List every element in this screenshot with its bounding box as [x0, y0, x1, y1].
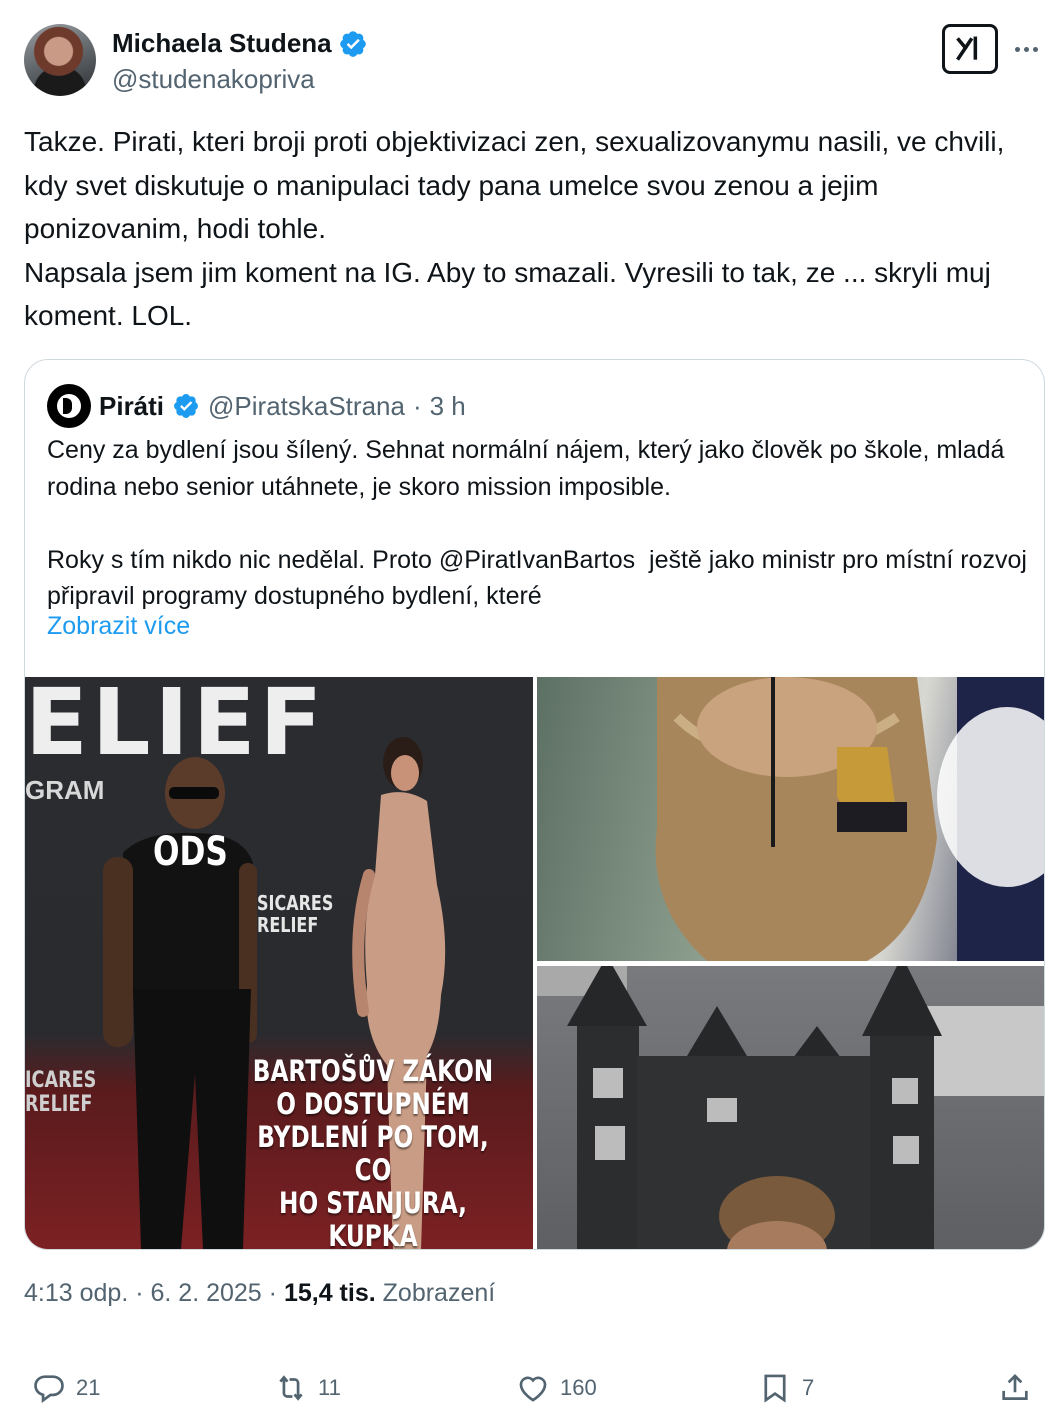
- like-count: 160: [560, 1375, 597, 1400]
- bookmark-icon: [764, 1374, 786, 1403]
- quoted-tweet-time[interactable]: 3 h: [430, 391, 466, 422]
- more-dot: [1023, 46, 1029, 52]
- repost-count: 11: [318, 1375, 341, 1400]
- grok-icon: [956, 36, 978, 61]
- tweet-header: Michaela Studena @studenakopriva: [24, 24, 1040, 98]
- show-more-link[interactable]: Zobrazit více: [47, 612, 190, 641]
- backdrop-small-text: GRAM: [25, 775, 105, 805]
- backdrop-sponsor-1: SICARES RELIEF: [257, 891, 334, 937]
- grok-button[interactable]: [942, 24, 998, 74]
- more-options-button[interactable]: [1012, 34, 1040, 64]
- author-name[interactable]: Michaela Studena: [112, 28, 332, 59]
- author-handle[interactable]: @studenakopriva: [112, 64, 315, 95]
- award-photo: [655, 677, 1044, 961]
- media-grid: ELIEF GRAM SICARES RELIEF ICARES RELIEF …: [25, 677, 1044, 1250]
- like-button[interactable]: 160: [516, 1366, 597, 1410]
- quoted-author-avatar[interactable]: [47, 384, 91, 428]
- tweet-text: Takze. Pirati, kteri broji proti objekti…: [24, 126, 1005, 331]
- share-button[interactable]: [998, 1366, 1032, 1410]
- media-image-top-right[interactable]: [537, 677, 1044, 961]
- quoted-author-name[interactable]: Piráti: [99, 391, 164, 422]
- repost-button[interactable]: 11: [274, 1366, 341, 1410]
- bookmark-button[interactable]: 7: [758, 1366, 814, 1410]
- author-name-row: Michaela Studena: [112, 28, 368, 59]
- action-bar: 21 11 160 7: [24, 1366, 1040, 1410]
- more-dots-icon: [1014, 46, 1020, 52]
- reply-count: 21: [76, 1375, 101, 1400]
- shirt-text: ODS: [153, 829, 228, 875]
- backdrop-sponsor-2: ICARES RELIEF: [25, 1068, 97, 1117]
- image-caption: BARTOŠŮV ZÁKON O DOSTUPNÉM BYDLENÍ PO TO…: [252, 1054, 494, 1250]
- media-image-left[interactable]: ELIEF GRAM SICARES RELIEF ICARES RELIEF …: [25, 677, 533, 1250]
- heart-icon: [519, 1376, 547, 1402]
- tweet-time[interactable]: 4:13 odp.: [24, 1279, 128, 1307]
- quoted-author-handle[interactable]: @PiratskaStrana: [208, 391, 405, 422]
- repost-icon: [279, 1375, 303, 1401]
- tweet-date[interactable]: 6. 2. 2025: [151, 1279, 262, 1307]
- separator-dot: ·: [268, 1279, 277, 1307]
- author-avatar[interactable]: [24, 24, 96, 96]
- media-image-bottom-right[interactable]: [537, 966, 1044, 1249]
- castle-hat-photo: [537, 966, 1044, 1249]
- quoted-tweet-text: Ceny za bydlení jsou šílený. Sehnat norm…: [47, 436, 1027, 610]
- views-count: 15,4 tis.: [283, 1279, 376, 1307]
- figure-man: [103, 757, 257, 1249]
- views-label: Zobrazení: [382, 1279, 496, 1307]
- separator-dot: ·: [412, 390, 422, 421]
- verified-badge-icon: [174, 394, 198, 418]
- reply-icon: [34, 1375, 64, 1403]
- tweet-meta: 4:13 odp. · 6. 2. 2025 · 15,4 tis. Zobra…: [24, 1279, 495, 1308]
- verified-badge-icon[interactable]: [338, 29, 368, 59]
- share-icon: [1002, 1374, 1028, 1400]
- quoted-tweet-header: Piráti @PiratskaStrana · 3 h: [47, 384, 466, 428]
- quoted-tweet[interactable]: Piráti @PiratskaStrana · 3 h Ceny za byd…: [24, 359, 1045, 1250]
- separator-dot: ·: [135, 1279, 144, 1307]
- bookmark-count: 7: [802, 1375, 815, 1400]
- reply-button[interactable]: 21: [32, 1366, 100, 1410]
- more-dot: [1032, 46, 1038, 52]
